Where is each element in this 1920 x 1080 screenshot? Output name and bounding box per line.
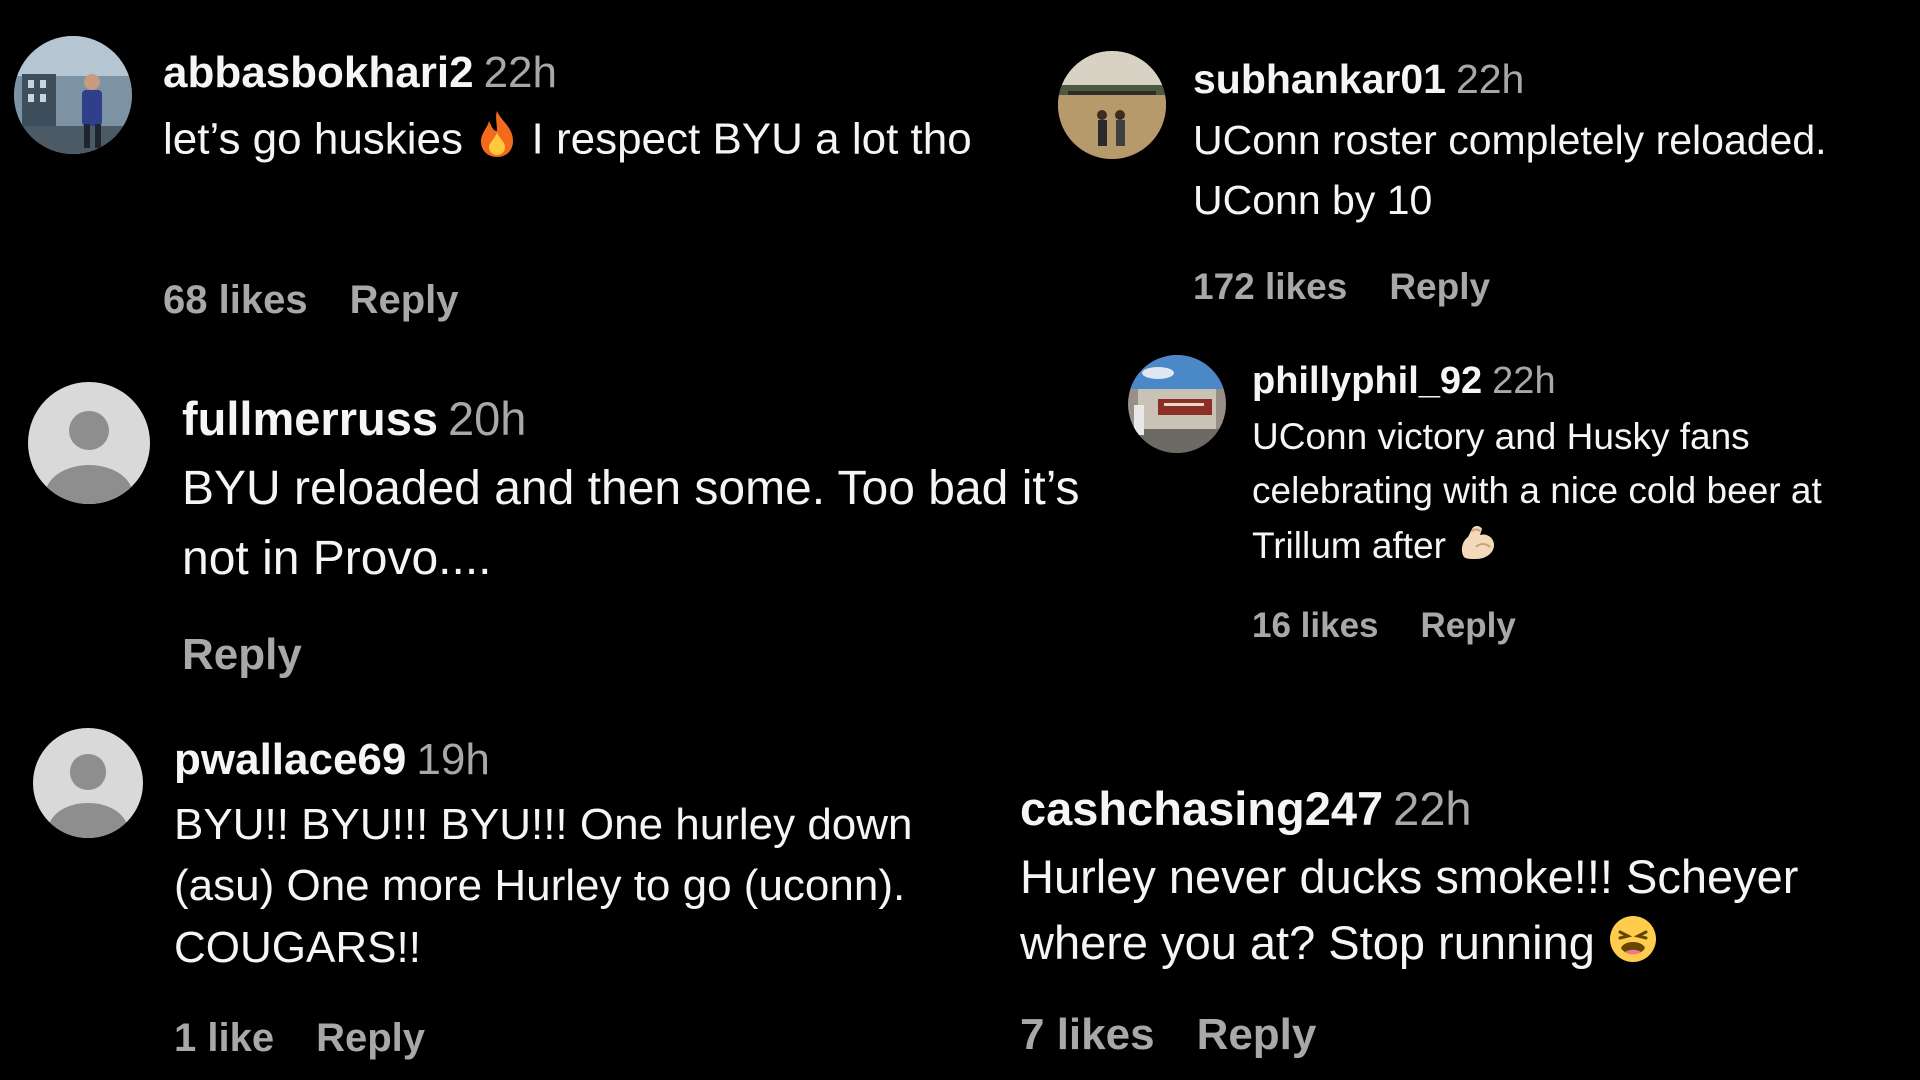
fire-emoji [475, 109, 519, 174]
comment-actions: Reply [182, 630, 302, 680]
avatar[interactable] [14, 36, 132, 154]
timestamp[interactable]: 22h [1456, 56, 1524, 102]
username[interactable]: pwallace69 [174, 735, 406, 784]
likes-count[interactable]: 7 likes [1020, 1010, 1155, 1059]
likes-count[interactable]: 68 likes [163, 278, 308, 322]
avatar[interactable] [28, 382, 150, 504]
username[interactable]: subhankar01 [1193, 56, 1446, 102]
flexed-biceps-emoji [1456, 521, 1498, 579]
comment-actions: 16 likes Reply [1252, 606, 1516, 646]
default-avatar-shoulders [48, 802, 128, 838]
reply-button[interactable]: Reply [182, 630, 302, 679]
avatar-photo [1128, 355, 1226, 453]
reply-button[interactable]: Reply [1197, 1010, 1317, 1059]
default-avatar-head [69, 411, 109, 451]
reply-button[interactable]: Reply [1389, 266, 1490, 307]
comment-actions: 172 likes Reply [1193, 266, 1490, 308]
avatar[interactable] [1058, 51, 1166, 159]
timestamp[interactable]: 22h [1492, 360, 1555, 402]
tired-face-graphic [1609, 916, 1656, 963]
comment-text: UConn victory and Husky fans celebrating… [1252, 410, 1912, 579]
tired-face-emoji [1608, 914, 1658, 981]
avatar-photo [14, 36, 132, 154]
timestamp[interactable]: 19h [416, 735, 489, 784]
username[interactable]: cashchasing247 [1020, 782, 1383, 835]
timestamp[interactable]: 20h [448, 392, 526, 445]
comment-actions: 7 likes Reply [1020, 1010, 1316, 1060]
comment-text: let’s go huskies I respect BYU a lot tho [163, 109, 1043, 174]
timestamp[interactable]: 22h [484, 48, 557, 97]
comment-text-part: let’s go huskies [163, 114, 464, 164]
likes-count[interactable]: 172 likes [1193, 266, 1347, 307]
likes-count[interactable]: 16 likes [1252, 606, 1379, 645]
reply-button[interactable]: Reply [350, 278, 459, 322]
avatar[interactable] [33, 728, 143, 838]
username[interactable]: phillyphil_92 [1252, 360, 1482, 402]
timestamp[interactable]: 22h [1393, 782, 1471, 835]
comment-text-part: UConn victory and Husky fans celebrating… [1252, 415, 1822, 567]
comment-text-part: I respect BYU a lot tho [531, 114, 972, 164]
default-avatar-head [70, 754, 106, 790]
reply-button[interactable]: Reply [1421, 606, 1516, 645]
fire-emoji-graphic [481, 110, 514, 157]
comment-text-part: Hurley never ducks smoke!!! Scheyer wher… [1020, 850, 1799, 969]
comment-text: BYU reloaded and then some. Too bad it’s… [182, 462, 1080, 585]
default-avatar-shoulders [45, 464, 133, 504]
comment-actions: 1 like Reply [174, 1016, 425, 1061]
reply-button[interactable]: Reply [316, 1016, 425, 1060]
comment-text: BYU!! BYU!!! BYU!!! One hurley down (asu… [174, 799, 913, 972]
comment-text: Hurley never ducks smoke!!! Scheyer wher… [1020, 844, 1890, 981]
flexed-biceps-graphic [1462, 525, 1495, 559]
username[interactable]: abbasbokhari2 [163, 48, 474, 97]
likes-count[interactable]: 1 like [174, 1016, 274, 1060]
avatar[interactable] [1128, 355, 1226, 453]
comment-text: UConn roster completely reloaded. UConn … [1193, 117, 1827, 223]
avatar-photo [1058, 51, 1166, 159]
comment-actions: 68 likes Reply [163, 278, 459, 323]
username[interactable]: fullmerruss [182, 392, 438, 445]
